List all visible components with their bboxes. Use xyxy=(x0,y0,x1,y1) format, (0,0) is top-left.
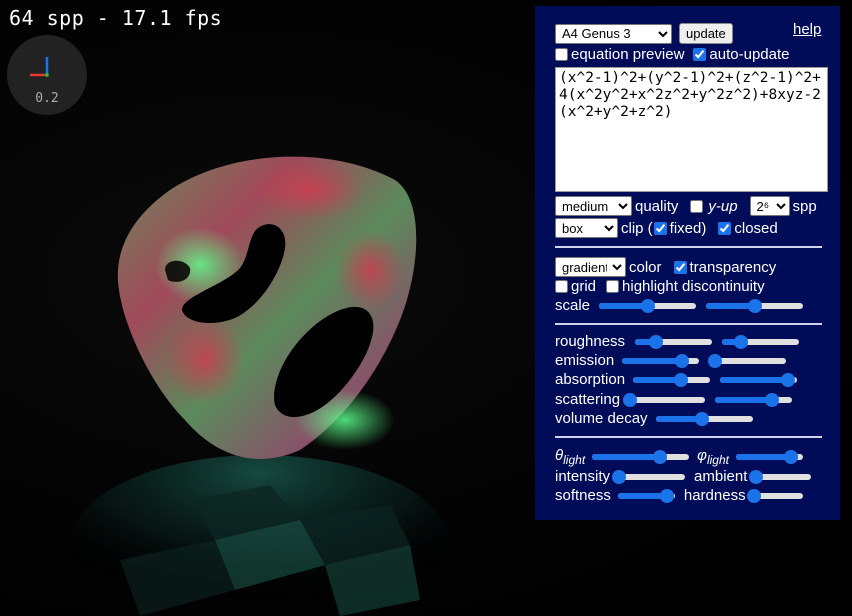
slider-thumb[interactable] xyxy=(675,353,690,368)
color-label: color xyxy=(629,258,662,276)
hardness-slider[interactable] xyxy=(746,488,803,503)
equation-input[interactable]: (x^2-1)^2+(y^2-1)^2+(z^2-1)^2+4(x^2y^2+x… xyxy=(555,67,828,192)
quality-select[interactable]: medium xyxy=(555,196,632,216)
divider xyxy=(555,436,822,438)
scale-slider-1[interactable] xyxy=(599,298,697,313)
y-up-label: y-up xyxy=(708,197,738,215)
slider-thumb[interactable] xyxy=(673,372,688,387)
hardness-label: hardness xyxy=(683,487,746,504)
ambient-slider[interactable] xyxy=(748,469,812,484)
closed-checkbox[interactable] xyxy=(718,221,732,235)
softness-label: softness xyxy=(555,487,611,504)
absorption-slider-2[interactable] xyxy=(720,372,798,387)
slider-thumb[interactable] xyxy=(748,469,763,484)
slider-thumb[interactable] xyxy=(653,450,668,464)
axes-scale: 0.2 xyxy=(35,91,59,106)
slider-thumb[interactable] xyxy=(780,372,795,387)
slider-thumb[interactable] xyxy=(746,488,761,503)
slider-thumb[interactable] xyxy=(765,392,780,407)
divider xyxy=(555,246,822,248)
slider-fill xyxy=(735,454,791,460)
slider-thumb[interactable] xyxy=(640,298,655,313)
intensity-slider[interactable] xyxy=(612,469,686,484)
fixed-checkbox[interactable] xyxy=(653,221,667,235)
emission-label: emission xyxy=(555,352,615,369)
closed-label: closed xyxy=(734,219,778,237)
preset-select[interactable]: A4 Genus 3 xyxy=(555,23,672,44)
help-link[interactable]: help xyxy=(793,21,821,38)
scattering-slider-2[interactable] xyxy=(715,392,793,407)
grid-checkbox[interactable] xyxy=(555,280,568,293)
quality-label: quality xyxy=(635,197,679,215)
volume-decay-label: volume decay xyxy=(555,410,648,427)
softness-slider[interactable] xyxy=(617,488,675,503)
settings-panel: A4 Genus 3 update help equation preview … xyxy=(535,6,840,520)
slider-fill xyxy=(720,376,788,383)
slider-thumb[interactable] xyxy=(648,334,663,349)
equation-preview-checkbox[interactable] xyxy=(555,48,568,61)
grid-label: grid xyxy=(571,278,597,295)
slider-thumb[interactable] xyxy=(612,469,627,484)
auto-update-checkbox[interactable] xyxy=(693,48,707,61)
scale-slider-2[interactable] xyxy=(706,298,804,313)
divider xyxy=(555,323,822,325)
absorption-label: absorption xyxy=(555,371,626,388)
y-up-checkbox[interactable] xyxy=(690,199,704,213)
slider-thumb[interactable] xyxy=(707,353,722,368)
slider-thumb[interactable] xyxy=(747,298,762,313)
slider-thumb[interactable] xyxy=(660,488,675,503)
roughness-slider-1[interactable] xyxy=(635,334,713,349)
slider-thumb[interactable] xyxy=(783,450,798,464)
axes-gizmo[interactable]: 0.2 xyxy=(7,35,87,115)
transparency-label: transparency xyxy=(689,258,777,276)
highlight-discontinuity-label: highlight discontinuity xyxy=(622,278,765,295)
spp-select[interactable]: 2⁶ xyxy=(749,196,790,216)
slider-thumb[interactable] xyxy=(623,392,638,407)
roughness-slider-2[interactable] xyxy=(722,334,800,349)
clip-select[interactable]: box xyxy=(555,218,618,238)
spp-label: spp xyxy=(792,197,817,215)
theta-light-label: θlight xyxy=(555,447,586,467)
slider-fill xyxy=(622,357,683,364)
scattering-slider-1[interactable] xyxy=(623,392,706,407)
roughness-label: roughness xyxy=(555,333,626,350)
scale-label: scale xyxy=(555,297,591,314)
transparency-checkbox[interactable] xyxy=(673,260,687,274)
slider-fill xyxy=(715,396,773,403)
slider-fill xyxy=(592,454,661,460)
highlight-discontinuity-checkbox[interactable] xyxy=(606,280,620,293)
scattering-label: scattering xyxy=(555,391,621,408)
phi-light-label: φlight xyxy=(697,447,729,467)
slider-thumb[interactable] xyxy=(695,411,710,426)
ambient-label: ambient xyxy=(694,468,748,485)
color-select[interactable]: gradient xyxy=(555,257,626,277)
clip-label: clip ( xyxy=(621,219,653,237)
volume-decay-slider[interactable] xyxy=(655,411,753,426)
fps-counter: 64 spp - 17.1 fps xyxy=(9,6,223,30)
update-button[interactable]: update xyxy=(679,23,733,44)
fixed-label: fixed) xyxy=(669,219,707,237)
slider-thumb[interactable] xyxy=(733,334,748,349)
emission-slider-2[interactable] xyxy=(707,353,787,368)
theta-light-slider[interactable] xyxy=(592,450,690,464)
emission-slider-1[interactable] xyxy=(622,353,700,368)
equation-preview-label: equation preview xyxy=(571,46,685,63)
absorption-slider-1[interactable] xyxy=(633,372,711,387)
intensity-label: intensity xyxy=(555,468,611,485)
phi-light-slider[interactable] xyxy=(735,450,803,464)
auto-update-label: auto-update xyxy=(709,46,790,63)
